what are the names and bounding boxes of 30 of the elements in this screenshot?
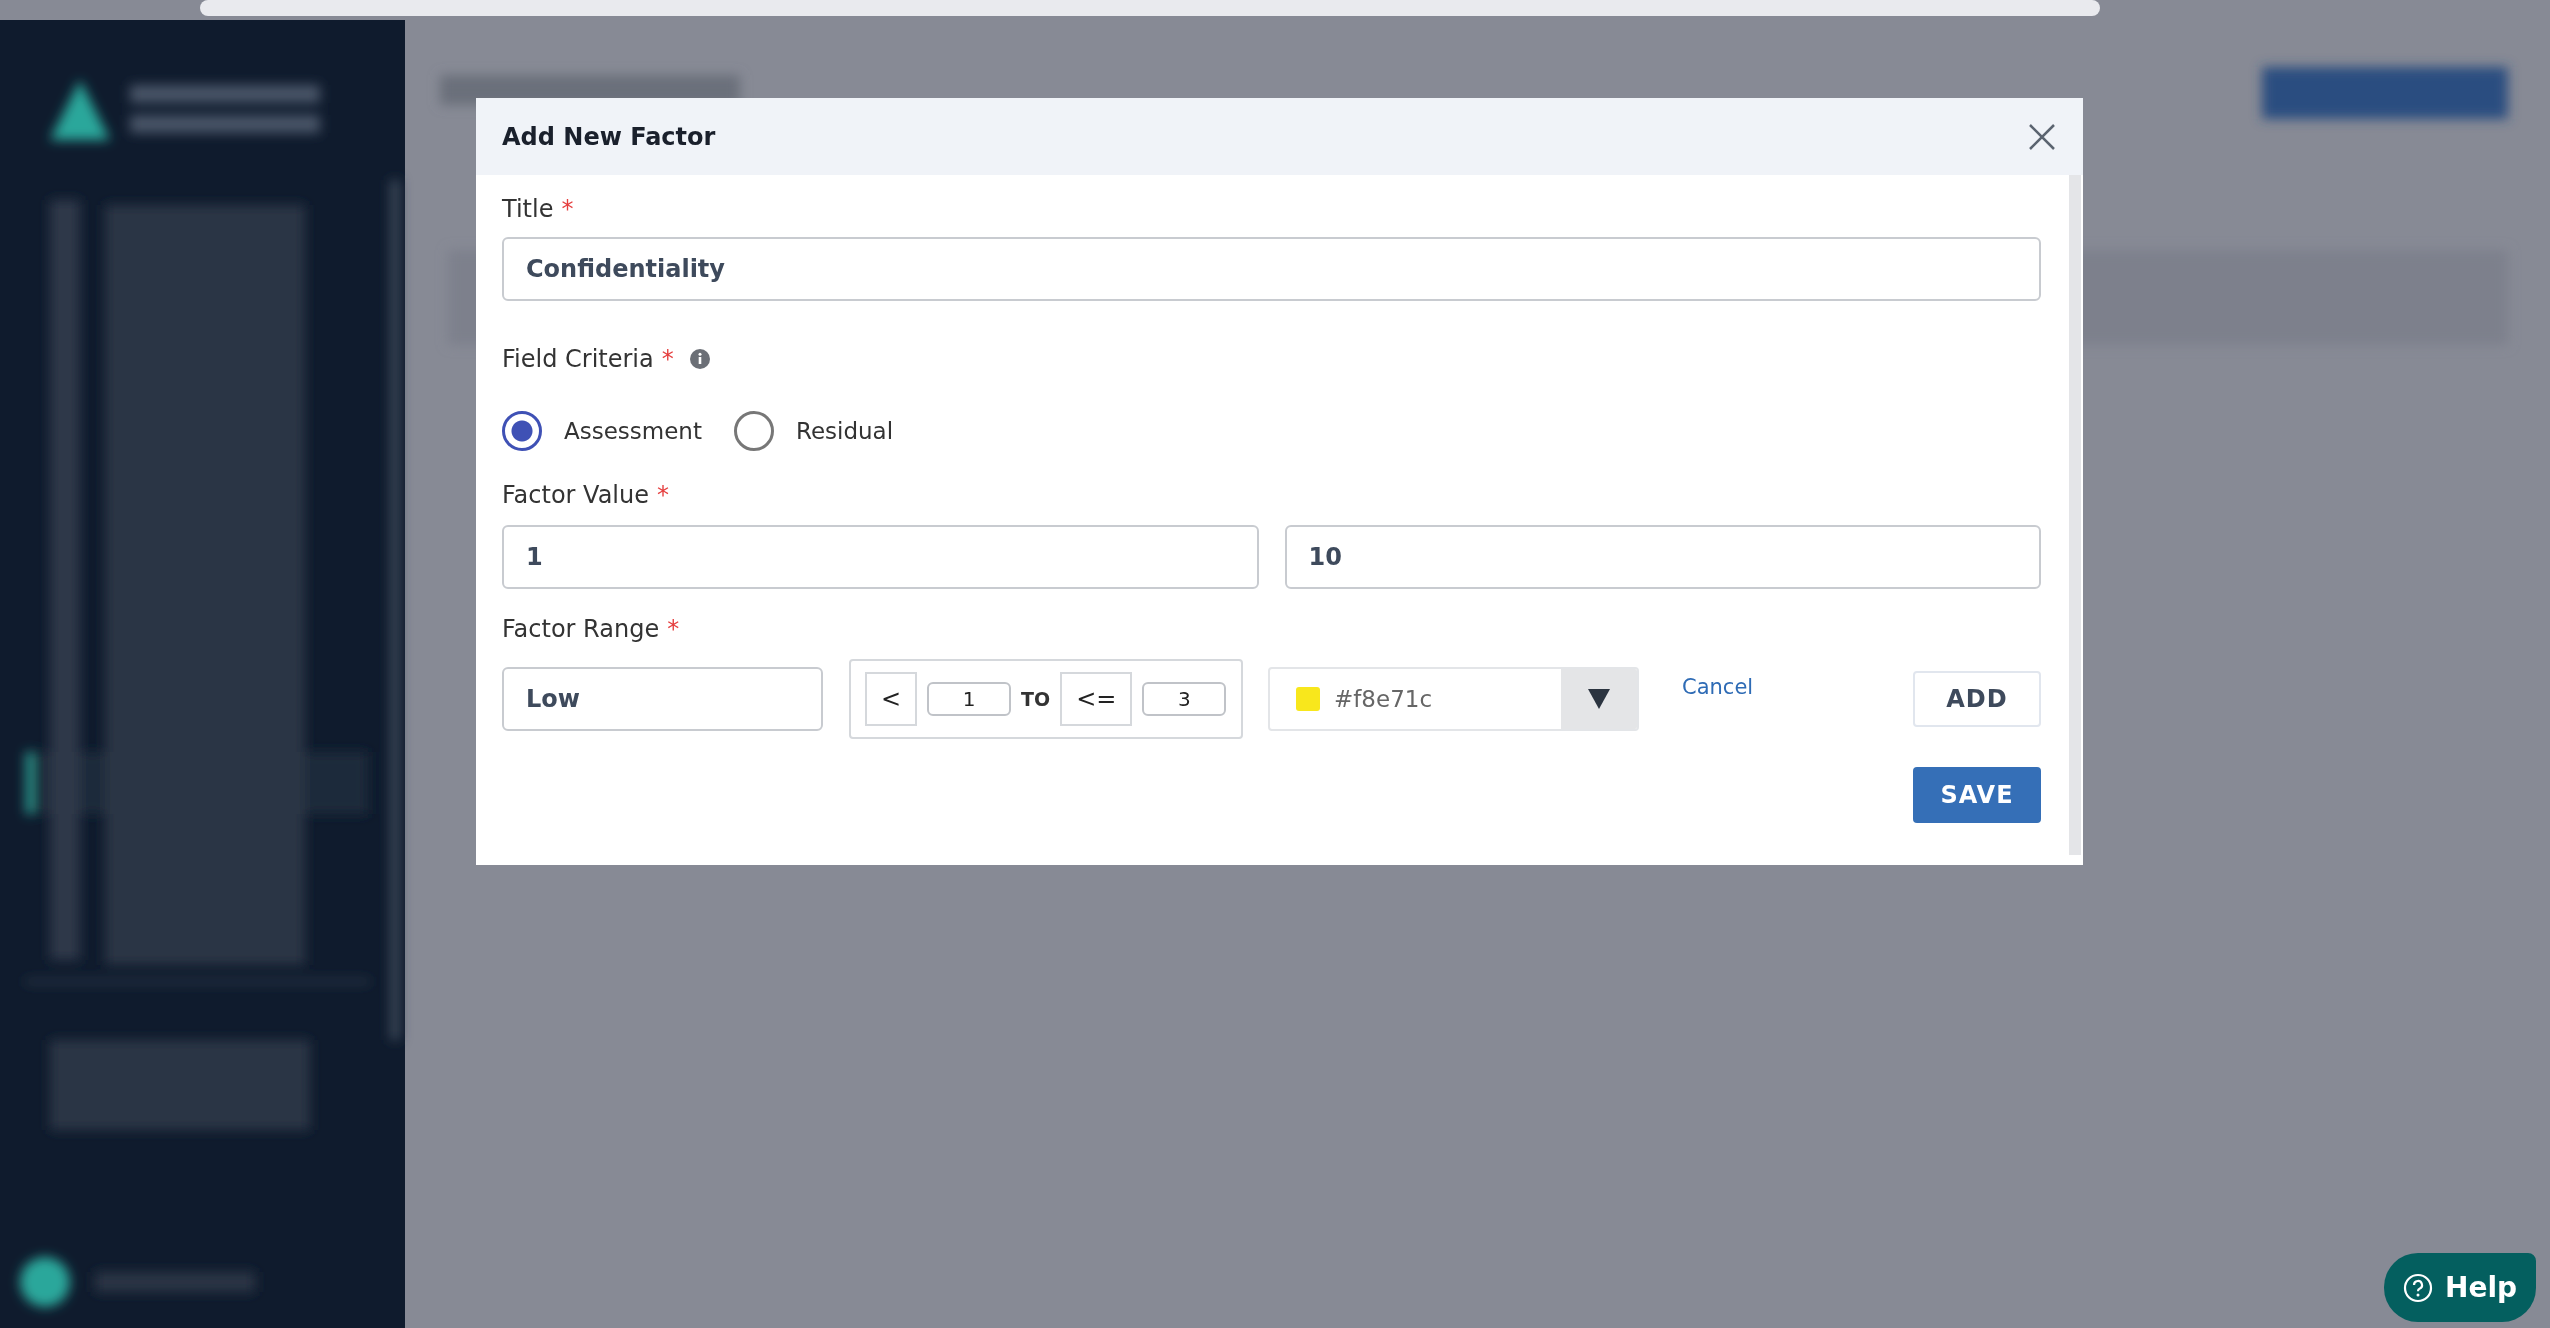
caret-icon (1588, 689, 1610, 709)
required-mark: * (561, 195, 574, 223)
scrollbar[interactable] (2069, 175, 2081, 855)
color-select[interactable]: #f8e71c (1268, 667, 1639, 731)
operator-selector[interactable]: < (865, 672, 918, 726)
help-button[interactable]: Help (2384, 1253, 2536, 1322)
lower-bound-input[interactable]: 1 (927, 682, 1012, 716)
required-mark: * (657, 481, 669, 509)
field-label: Field Criteria (502, 345, 654, 373)
help-icon (2402, 1272, 2433, 1303)
cancel-link[interactable]: Cancel (1682, 675, 1754, 699)
close-icon[interactable] (2027, 121, 2057, 152)
field-label: Factor Value (502, 481, 649, 509)
required-mark: * (667, 615, 680, 643)
factor-value-input[interactable]: 10 (1284, 525, 2041, 589)
radio-option[interactable]: Residual (733, 411, 894, 451)
factor-value-input[interactable]: 1 (502, 525, 1259, 589)
add-button[interactable]: ADD (1913, 671, 2041, 727)
field-label: Title (502, 195, 554, 223)
title-input[interactable]: Confidentiality (502, 237, 2041, 301)
range-name-input[interactable]: Low (502, 667, 823, 731)
operator-selector[interactable]: <= (1060, 672, 1133, 726)
info-icon[interactable] (689, 349, 710, 369)
upper-bound-input[interactable]: 3 (1142, 682, 1227, 716)
save-button[interactable]: SAVE (1913, 767, 2041, 823)
to-label: TO (1021, 688, 1051, 710)
field-label: Factor Range (502, 615, 660, 643)
dialog-title: Add New Factor (502, 122, 716, 151)
radio-option[interactable]: Assessment (502, 411, 702, 451)
required-mark: * (661, 345, 674, 373)
